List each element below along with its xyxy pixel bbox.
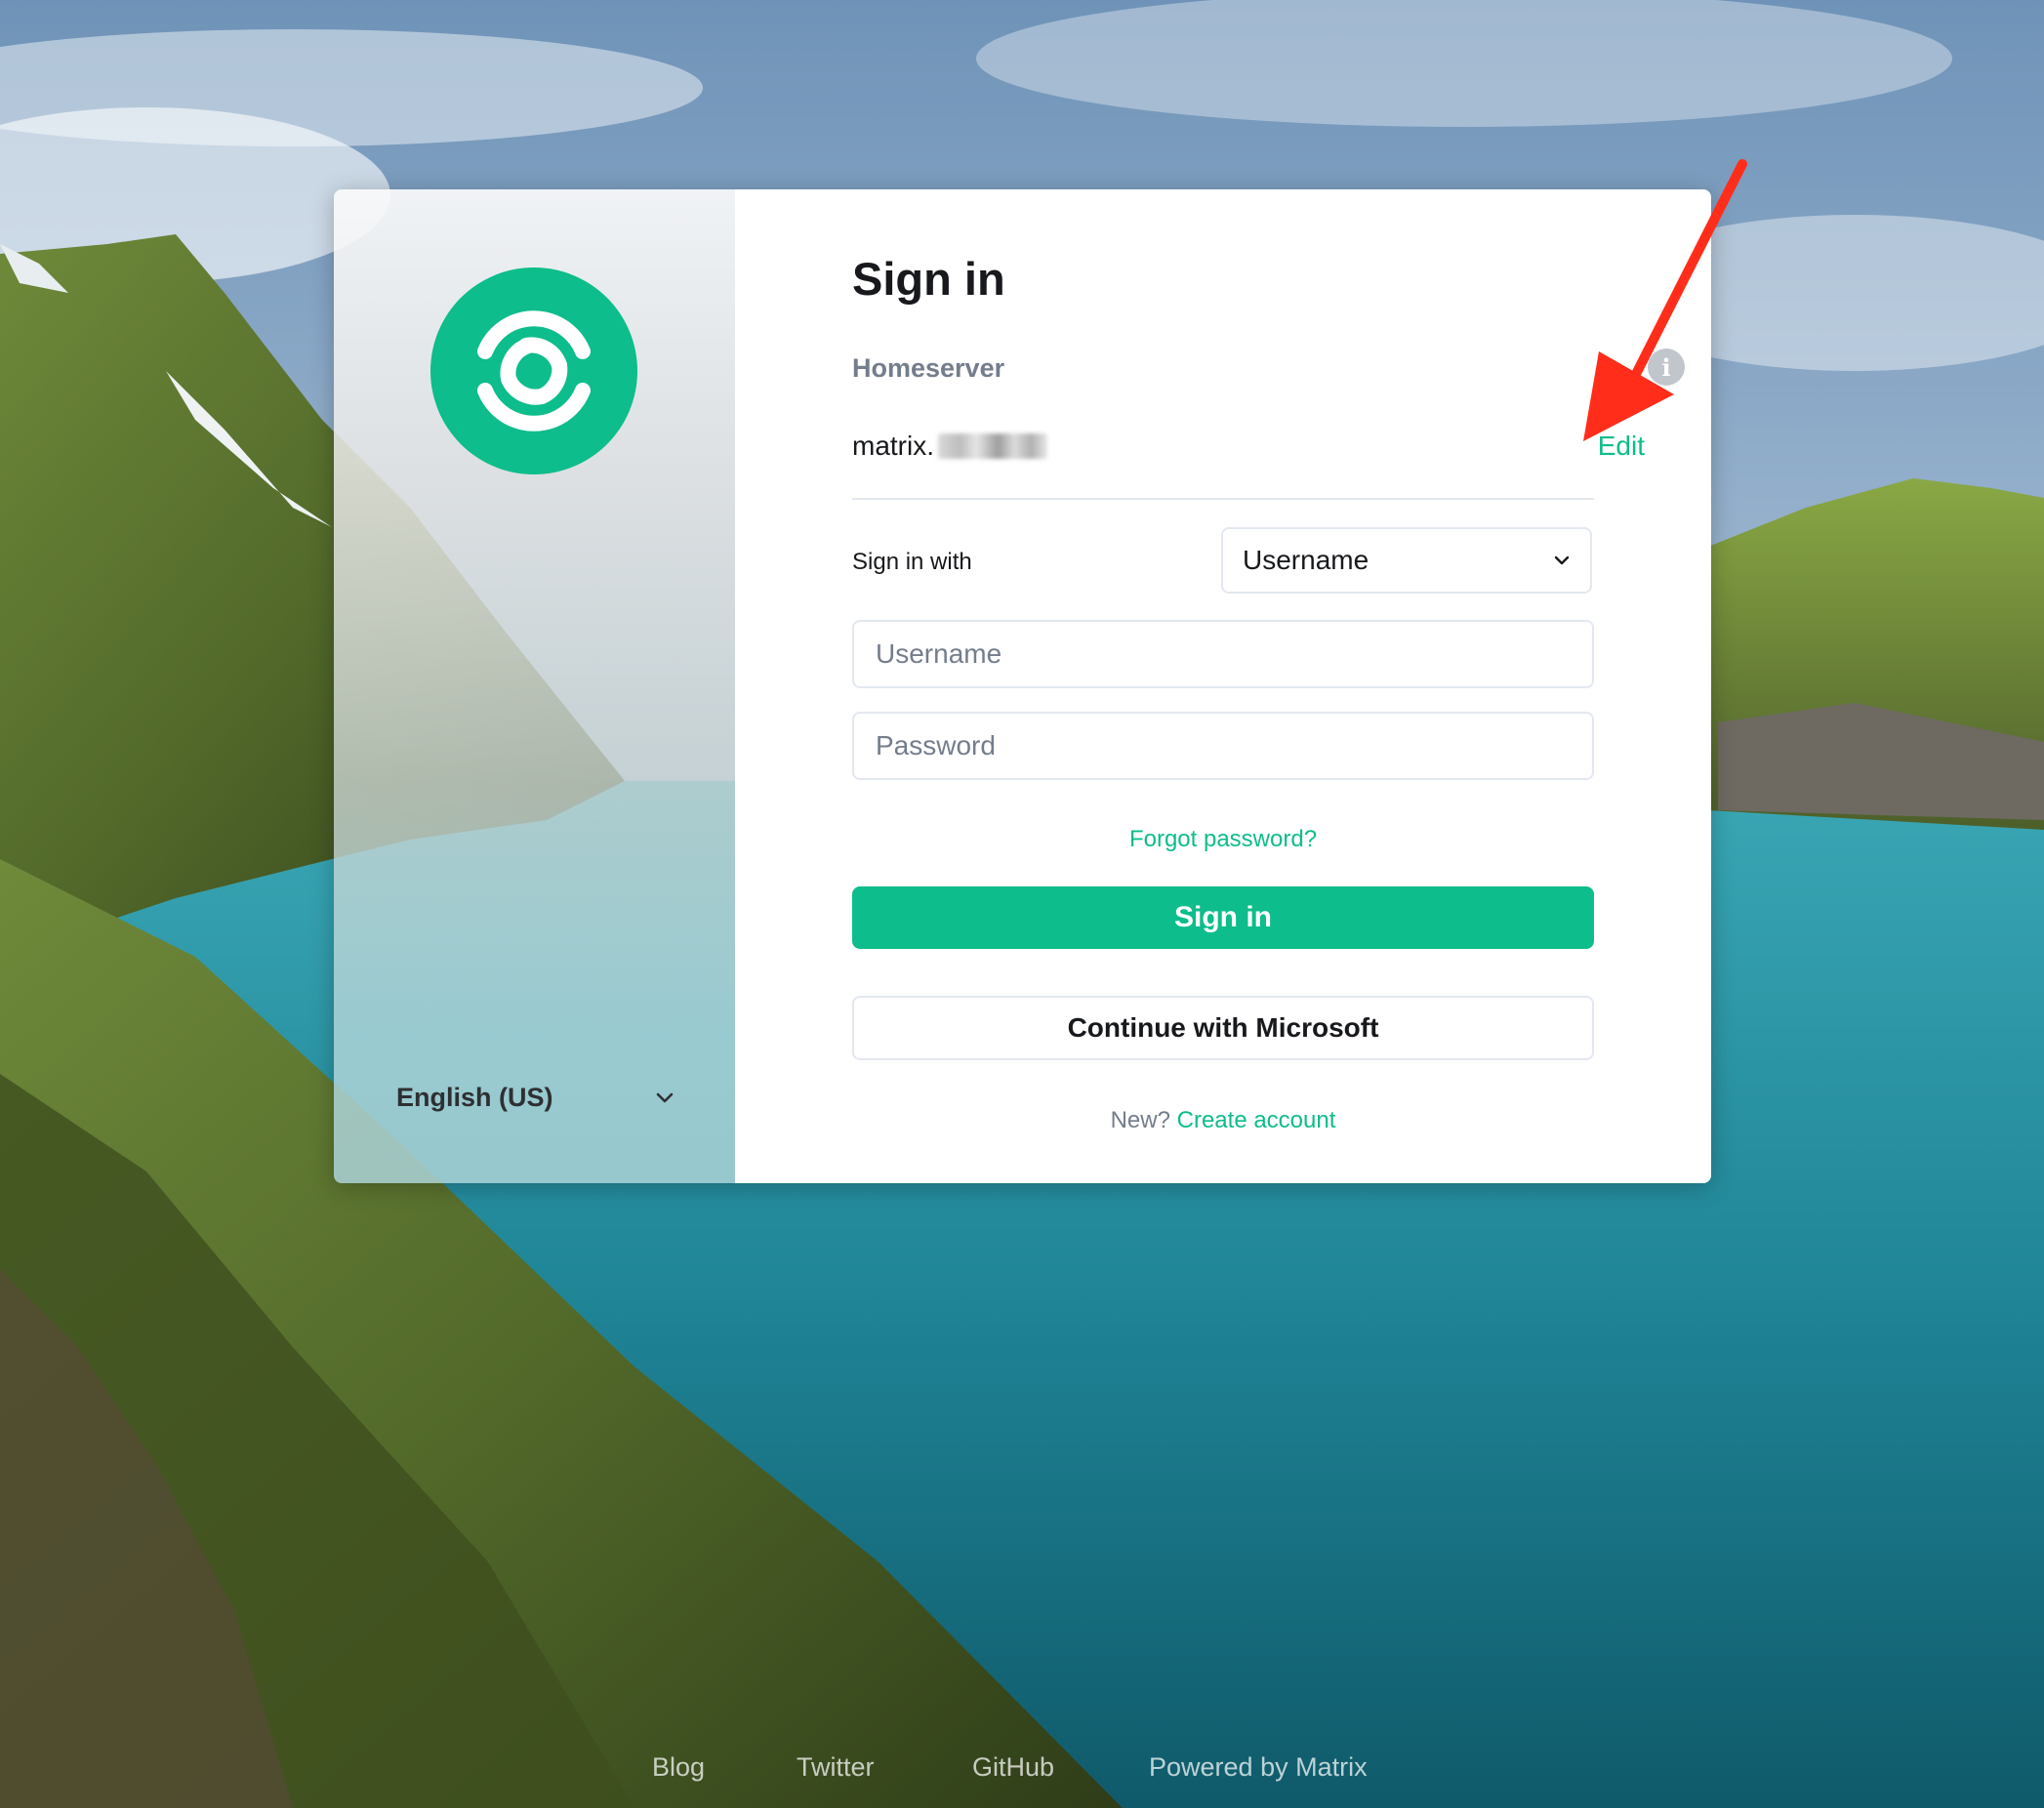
page-title: Sign in (852, 253, 1005, 305)
annotation-arrow-icon (1583, 159, 1747, 441)
signin-method-select[interactable]: Username (1221, 527, 1592, 594)
chevron-down-icon (1554, 555, 1570, 565)
homeserver-label: Homeserver (852, 353, 1005, 383)
signin-method-value: Username (1243, 545, 1369, 575)
footer-link-powered-by-matrix[interactable]: Powered by Matrix (1149, 1752, 1368, 1783)
homeserver-name: matrix. (852, 431, 934, 461)
redacted-text (938, 433, 1047, 459)
create-account-link[interactable]: Create account (1177, 1107, 1336, 1133)
card-sidebar: English (US) (334, 189, 735, 1183)
divider (852, 498, 1594, 500)
signin-button[interactable]: Sign in (852, 886, 1594, 949)
language-label: English (US) (396, 1082, 553, 1112)
language-selector[interactable]: English (US) (396, 1078, 679, 1117)
signin-card: English (US) Sign in Homeserver i matrix… (334, 189, 1711, 1183)
continue-with-microsoft-button[interactable]: Continue with Microsoft (852, 996, 1594, 1060)
footer-link-twitter[interactable]: Twitter (797, 1752, 875, 1783)
footer-link-blog[interactable]: Blog (652, 1752, 705, 1783)
homeserver-value: matrix. (852, 431, 1047, 462)
footer: Blog Twitter GitHub Powered by Matrix (0, 1752, 2044, 1791)
footer-link-github[interactable]: GitHub (972, 1752, 1054, 1783)
signin-with-label: Sign in with (852, 549, 972, 575)
new-prefix: New? (1110, 1107, 1170, 1133)
forgot-password-link[interactable]: Forgot password? (852, 826, 1594, 853)
username-input[interactable] (852, 620, 1594, 688)
element-logo-icon (430, 267, 637, 474)
password-input[interactable] (852, 712, 1594, 780)
chevron-down-icon (656, 1092, 674, 1103)
create-account-row: New? Create account (852, 1107, 1594, 1134)
